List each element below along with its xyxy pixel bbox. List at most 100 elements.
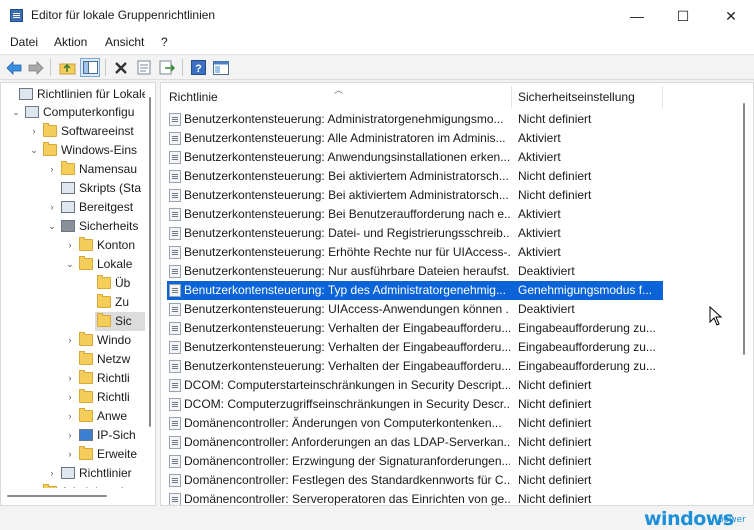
tree-item[interactable]: Netzw (1, 350, 145, 369)
tree-item[interactable]: › Softwareeinst (1, 122, 145, 141)
collapse-chevron-icon[interactable]: › (47, 198, 57, 217)
column-richtlinie[interactable]: Richtlinie (169, 90, 218, 104)
table-row[interactable]: Benutzerkontensteuerung: Administratorge… (167, 110, 663, 129)
scrollbar-thumb[interactable] (149, 97, 151, 427)
column-divider[interactable] (662, 86, 663, 108)
menu-datei[interactable]: Datei (10, 35, 38, 49)
table-row[interactable]: Domänencontroller: Festlegen des Standar… (167, 471, 663, 490)
menu-aktion[interactable]: Aktion (54, 35, 87, 49)
table-row[interactable]: Benutzerkontensteuerung: Bei Benutzerauf… (167, 205, 663, 224)
maximize-button[interactable]: ☐ (660, 0, 706, 32)
close-button[interactable]: ✕ (708, 0, 754, 32)
export-list-icon[interactable] (157, 58, 177, 77)
tree-item[interactable]: ⌄ Sicherheits (1, 217, 145, 236)
tree-horizontal-scrollbar[interactable] (1, 488, 145, 504)
policy-setting-icon (169, 322, 181, 335)
mouse-cursor-icon (709, 305, 723, 329)
tree-item[interactable]: › Bereitgest (1, 198, 145, 217)
expand-chevron-icon[interactable]: ⌄ (11, 103, 21, 122)
delete-icon[interactable] (111, 58, 131, 77)
tree-item[interactable]: › Anwe (1, 407, 145, 426)
policy-value: Nicht definiert (518, 112, 592, 126)
column-divider[interactable] (511, 86, 512, 108)
tree-item-label: Zu (115, 295, 130, 309)
tree-item[interactable]: › Namensau (1, 160, 145, 179)
table-row[interactable]: Benutzerkontensteuerung: Datei- und Regi… (167, 224, 663, 243)
table-row[interactable]: Benutzerkontensteuerung: Alle Administra… (167, 129, 663, 148)
collapse-chevron-icon[interactable]: › (65, 388, 75, 407)
menu-ansicht[interactable]: Ansicht (105, 35, 144, 49)
table-row[interactable]: Benutzerkontensteuerung: Verhalten der E… (167, 319, 663, 338)
folder-icon (79, 389, 93, 403)
tree-item[interactable]: › Konton (1, 236, 145, 255)
console-tree[interactable]: Richtlinien für Lokale ⌄ Computerkonfigu › S… (0, 82, 156, 506)
extended-view-icon[interactable] (211, 58, 231, 77)
table-row[interactable]: Benutzerkontensteuerung: Verhalten der E… (167, 338, 663, 357)
table-row[interactable]: Benutzerkontensteuerung: Bei aktiviertem… (167, 186, 663, 205)
tree-item[interactable]: › Windo (1, 331, 145, 350)
help-icon[interactable]: ? (188, 58, 208, 77)
folder-icon (79, 332, 93, 346)
policy-list[interactable]: ︿ Richtlinie Sicherheitseinstellung Benu… (160, 82, 754, 506)
tree-item[interactable]: ⌄ Windows-Eins (1, 141, 145, 160)
back-arrow-icon[interactable] (4, 58, 24, 77)
table-row[interactable]: Benutzerkontensteuerung: Bei aktiviertem… (167, 167, 663, 186)
table-row[interactable]: DCOM: Computerstarteinschränkungen in Se… (167, 376, 663, 395)
collapse-chevron-icon[interactable]: › (65, 331, 75, 350)
table-row[interactable]: Domänencontroller: Erzwingung der Signat… (167, 452, 663, 471)
policy-setting-icon (169, 360, 181, 373)
forward-arrow-icon[interactable] (26, 58, 46, 77)
tree-item[interactable]: Sic (95, 312, 145, 331)
collapse-chevron-icon[interactable]: › (47, 160, 57, 179)
collapse-chevron-icon[interactable]: › (65, 407, 75, 426)
properties-icon[interactable] (134, 58, 154, 77)
tree-item[interactable]: › IP-Sich (1, 426, 145, 445)
tree-item[interactable]: Skripts (Sta (1, 179, 145, 198)
table-row[interactable]: Domänencontroller: Anforderungen an das … (167, 433, 663, 452)
list-vertical-scrollbar[interactable] (739, 93, 749, 503)
policy-setting-icon (169, 208, 181, 221)
table-row[interactable]: Benutzerkontensteuerung: Anwendungsinsta… (167, 148, 663, 167)
table-row[interactable]: DCOM: Computerzugriffseinschränkungen in… (167, 395, 663, 414)
tree-item[interactable]: Richtlinien für Lokale (1, 85, 148, 104)
collapse-chevron-icon[interactable]: › (29, 122, 39, 141)
tree-item[interactable]: › Richtli (1, 388, 145, 407)
tree-item[interactable]: ⌄ Lokale (1, 255, 145, 274)
policy-value: Aktiviert (518, 150, 561, 164)
menu-help[interactable]: ? (161, 35, 168, 49)
tree-item[interactable]: › Richtli (1, 369, 145, 388)
tree-item[interactable]: › Erweite (1, 445, 145, 464)
collapse-chevron-icon[interactable]: › (65, 426, 75, 445)
table-row[interactable]: Domänencontroller: Änderungen von Comput… (167, 414, 663, 433)
table-row[interactable]: Benutzerkontensteuerung: Verhalten der E… (167, 357, 663, 376)
expand-chevron-icon[interactable]: ⌄ (29, 141, 39, 160)
table-row[interactable]: Benutzerkontensteuerung: Erhöhte Rechte … (167, 243, 663, 262)
table-row[interactable]: Benutzerkontensteuerung: Typ des Adminis… (167, 281, 663, 300)
tree-item[interactable]: Üb (1, 274, 145, 293)
tree-item[interactable]: Zu (1, 293, 145, 312)
tree-item[interactable]: › Richtlinier (1, 464, 145, 483)
show-hide-tree-icon[interactable] (80, 58, 100, 77)
policy-name: Benutzerkontensteuerung: Alle Administra… (184, 131, 506, 145)
tree-vertical-scrollbar[interactable] (145, 83, 155, 505)
policy-name: Benutzerkontensteuerung: Verhalten der E… (184, 359, 510, 373)
column-sicherheitseinstellung[interactable]: Sicherheitseinstellung (518, 90, 635, 104)
policy-name: Benutzerkontensteuerung: Anwendungsinsta… (184, 150, 510, 164)
scrollbar-thumb[interactable] (743, 103, 745, 355)
table-row[interactable]: Benutzerkontensteuerung: Nur ausführbare… (167, 262, 663, 281)
tree-item-label: Konton (97, 238, 136, 252)
collapse-chevron-icon[interactable]: › (65, 236, 75, 255)
up-folder-icon[interactable] (57, 58, 77, 77)
collapse-chevron-icon[interactable]: › (47, 464, 57, 483)
tree-item[interactable]: ⌄ Computerkonfigu (1, 103, 145, 122)
expand-chevron-icon[interactable]: ⌄ (47, 217, 57, 236)
computer-icon (19, 88, 33, 100)
scrollbar-thumb[interactable] (7, 495, 107, 497)
expand-chevron-icon[interactable]: ⌄ (65, 255, 75, 274)
table-row[interactable]: Domänencontroller: Serveroperatoren das … (167, 490, 663, 505)
table-row[interactable]: Benutzerkontensteuerung: UIAccess-Anwend… (167, 300, 663, 319)
menu-bar: Datei Aktion Ansicht ? (0, 32, 754, 54)
minimize-button[interactable]: — (614, 0, 660, 32)
collapse-chevron-icon[interactable]: › (65, 369, 75, 388)
collapse-chevron-icon[interactable]: › (65, 445, 75, 464)
